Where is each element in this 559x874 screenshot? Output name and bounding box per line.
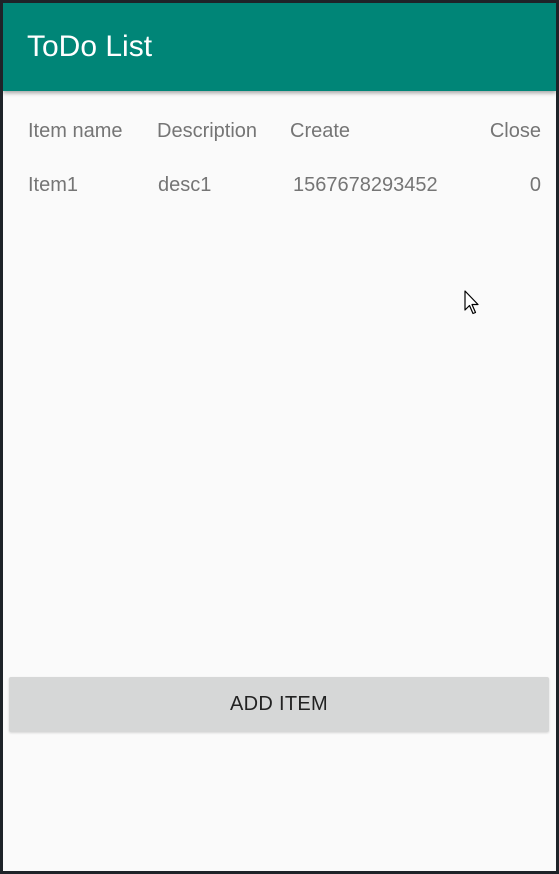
- column-header-close: Close: [489, 120, 541, 142]
- column-header-description: Description: [157, 120, 258, 142]
- column-header-create: Create: [290, 120, 351, 142]
- add-item-button[interactable]: ADD ITEM: [9, 677, 549, 732]
- app-title: ToDo List: [27, 30, 153, 63]
- cell-description: desc1: [158, 174, 212, 196]
- cell-close: 0: [529, 174, 541, 196]
- app-bar: ToDo List: [3, 3, 556, 91]
- table-row[interactable]: Item1 desc1 1567678293452 0: [3, 163, 556, 207]
- cell-item-name: Item1: [28, 174, 79, 196]
- column-header-item-name: Item name: [28, 120, 123, 142]
- app-window: ToDo List Item name Description Create C…: [3, 3, 556, 871]
- mouse-pointer-icon: [464, 290, 479, 315]
- cell-create: 1567678293452: [293, 174, 438, 196]
